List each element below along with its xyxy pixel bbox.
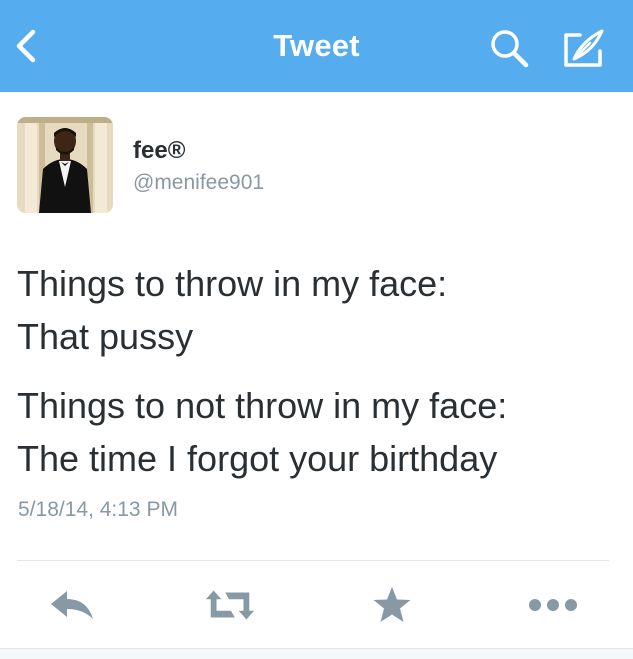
- divider: [17, 560, 609, 561]
- retweet-button[interactable]: [204, 584, 256, 626]
- tweet-text-line: That pussy: [17, 316, 194, 357]
- compose-icon: [564, 29, 604, 67]
- favorite-star-icon: [373, 587, 411, 622]
- more-dots-icon: [529, 599, 577, 611]
- compose-button[interactable]: [560, 25, 608, 71]
- tweet-text-line: Things to throw in my face:: [17, 263, 448, 304]
- display-name[interactable]: fee®: [133, 137, 185, 165]
- user-handle[interactable]: @menifee901: [133, 171, 264, 195]
- avatar[interactable]: [17, 117, 113, 213]
- search-button[interactable]: [488, 27, 532, 69]
- retweet-icon: [205, 590, 255, 620]
- nav-bar: Tweet: [0, 0, 633, 92]
- reply-icon: [51, 591, 93, 619]
- avatar-photo: [17, 117, 113, 213]
- bottom-separator: [0, 648, 633, 659]
- page-title: Tweet: [273, 28, 360, 63]
- more-button[interactable]: [527, 584, 579, 626]
- tweet-text-line: Things to not throw in my face:: [17, 385, 508, 426]
- search-icon: [491, 30, 529, 68]
- favorite-button[interactable]: [366, 584, 418, 626]
- tweet-timestamp: 5/18/14, 4:13 PM: [18, 498, 178, 521]
- tweet-text-line: The time I forgot your birthday: [17, 438, 498, 479]
- reply-button[interactable]: [47, 584, 99, 626]
- back-button[interactable]: [8, 26, 44, 66]
- chevron-left-icon: [16, 29, 36, 63]
